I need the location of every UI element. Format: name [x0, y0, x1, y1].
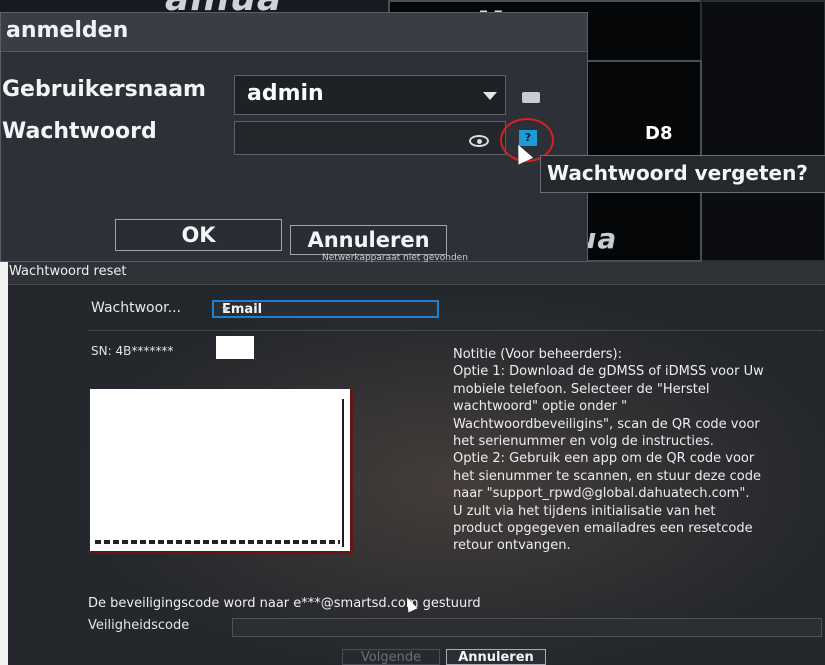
password-input[interactable] [234, 121, 506, 155]
note-line: wachtwoord" optie onder " [453, 399, 628, 415]
note-line: naar "support_rpwd@global.dahuatech.com"… [453, 486, 750, 502]
camera-channel-label: D8 [645, 123, 673, 144]
security-code-input[interactable] [232, 618, 822, 637]
note-line: Notitie (Voor beheerders): [453, 347, 622, 362]
note-line: Optie 1: Download de gDMSS of iDMSS voor… [453, 364, 764, 380]
reset-cancel-button[interactable]: Annuleren [446, 649, 546, 665]
chevron-down-icon[interactable] [222, 307, 230, 312]
network-status-text: Netwerkapparaat niet gevonden [322, 253, 468, 262]
note-line: U zult via het tijdens initialisatie van… [453, 503, 716, 519]
eye-icon[interactable] [469, 135, 489, 147]
note-line: retour ontvangen. [453, 538, 571, 554]
reset-method-select[interactable]: Email [212, 300, 439, 318]
reset-titlebar: Wachtwoord reset [8, 262, 825, 285]
login-cancel-button[interactable]: Annuleren [290, 225, 447, 255]
security-code-label: Veiligheidscode [88, 618, 190, 633]
ok-button[interactable]: OK [115, 219, 282, 251]
password-reset-dialog: Wachtwoord reset Wachtwoor... Email SN: … [8, 262, 825, 665]
note-line: Optie 2: Gebruik een app om de QR code v… [453, 451, 755, 467]
keyboard-icon[interactable] [522, 92, 540, 103]
note-line: het sienummer te scannen, en stuur deze … [453, 468, 761, 484]
note-line: product opgegeven emailadres een resetco… [453, 521, 753, 537]
username-value: admin [247, 81, 324, 106]
note-line: Wachtwoordbeveiligins", scan de QR code … [453, 416, 760, 432]
photo-edge [0, 262, 8, 665]
forgot-password-tooltip: Wachtwoord vergeten? [540, 155, 825, 193]
password-label: Wachtwoord [2, 119, 157, 144]
reset-dialog-title: Wachtwoord reset [9, 264, 127, 279]
redaction-box [216, 336, 254, 359]
camera-tile [700, 0, 825, 262]
code-sent-message: De beveiligingscode word naar e***@smart… [88, 596, 481, 611]
forgot-password-tooltip-text: Wachtwoord vergeten? [547, 161, 808, 185]
reset-method-label: Wachtwoor... [91, 300, 181, 316]
login-dialog-titlebar: anmelden [1, 13, 587, 52]
divider [88, 330, 823, 331]
qr-code [90, 389, 353, 554]
login-dialog-title: anmelden [6, 18, 129, 43]
login-screen-photo: alhua alhua alhua D8 anmelden Gebruikers… [0, 0, 825, 262]
next-button[interactable]: Volgende [342, 649, 440, 665]
note-line: het serienummer en volg de instructies. [453, 434, 714, 450]
username-select[interactable]: admin [234, 75, 506, 115]
chevron-down-icon[interactable] [483, 92, 497, 100]
serial-number: SN: 4B******* [91, 344, 174, 358]
note-line: mobiele telefoon. Selecteer de "Herstel [453, 381, 710, 397]
username-label: Gebruikersnaam [2, 77, 206, 102]
admin-note: Notitie (Voor beheerders): Optie 1: Down… [453, 346, 825, 555]
